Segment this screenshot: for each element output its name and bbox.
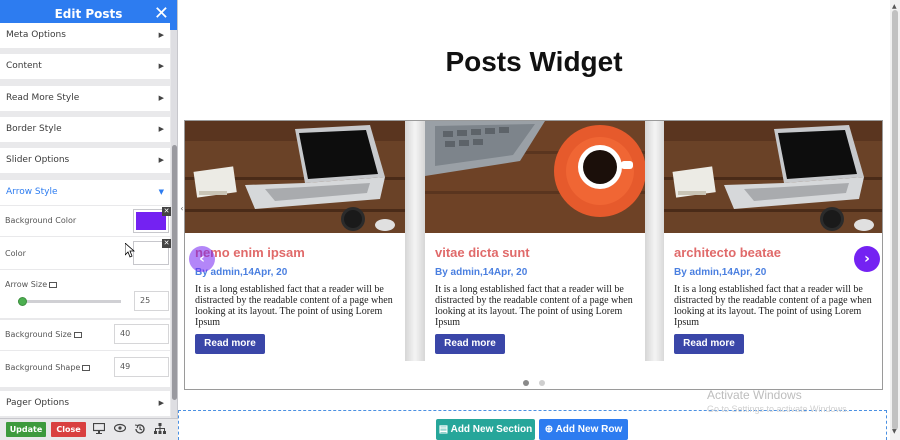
sitemap-icon[interactable] bbox=[153, 423, 167, 437]
section-label: Pager Options bbox=[6, 398, 70, 408]
arrow-size-slider-track[interactable] bbox=[18, 300, 121, 303]
post-card: nemo enim ipsam By admin,14Apr, 20 It is… bbox=[185, 121, 405, 361]
section-meta-options[interactable]: Meta Options ▶ bbox=[0, 23, 170, 48]
post-title[interactable]: vitae dicta sunt bbox=[435, 245, 530, 260]
panel-scrollbar-thumb[interactable] bbox=[172, 145, 177, 400]
mouse-cursor-icon bbox=[125, 243, 135, 258]
read-more-button[interactable]: Read more bbox=[435, 334, 505, 354]
page-scrollbar-thumb[interactable] bbox=[892, 10, 898, 430]
chevron-down-icon: ▼ bbox=[158, 188, 164, 196]
background-color-swatch[interactable]: ✕ bbox=[133, 207, 171, 233]
activate-windows-title: Activate Windows bbox=[707, 388, 802, 402]
section-slider-options[interactable]: Slider Options ▶ bbox=[0, 148, 170, 173]
close-button[interactable]: Close bbox=[51, 422, 86, 437]
card-divider bbox=[405, 121, 425, 361]
add-new-section-button[interactable]: ▤ Add New Section bbox=[436, 419, 535, 440]
color-control: Color ✕ bbox=[0, 237, 171, 269]
control-label: Color bbox=[5, 249, 26, 258]
update-button[interactable]: Update bbox=[6, 422, 46, 437]
post-meta[interactable]: By admin,14Apr, 20 bbox=[674, 267, 766, 278]
carousel-prev-button[interactable]: ‹ bbox=[189, 246, 215, 272]
section-label: Content bbox=[6, 61, 42, 71]
post-excerpt: It is a long established fact that a rea… bbox=[435, 284, 633, 328]
add-new-row-button[interactable]: ⊕ Add New Row bbox=[539, 419, 628, 440]
post-card: architecto beatae By admin,14Apr, 20 It … bbox=[664, 121, 882, 361]
post-title[interactable]: architecto beatae bbox=[674, 245, 781, 260]
card-divider bbox=[645, 121, 665, 361]
section-label: Slider Options bbox=[6, 155, 70, 165]
chevron-right-icon: ▶ bbox=[158, 399, 164, 407]
close-icon[interactable]: ✕ bbox=[154, 3, 169, 25]
read-more-button[interactable]: Read more bbox=[195, 334, 265, 354]
background-shape-input[interactable]: 49 bbox=[114, 357, 169, 377]
arrow-size-label: Arrow Size bbox=[5, 280, 48, 289]
control-label: Background Color bbox=[5, 216, 77, 225]
section-border-style[interactable]: Border Style ▶ bbox=[0, 117, 170, 142]
page-scrollbar[interactable]: ▲ ▼ bbox=[890, 0, 900, 440]
section-pager-options[interactable]: Pager Options ▶ bbox=[0, 391, 170, 416]
chevron-right-icon: ▶ bbox=[158, 125, 164, 133]
chevron-right-icon: ▶ bbox=[158, 31, 164, 39]
chevron-right-icon: ▶ bbox=[158, 94, 164, 102]
section-arrow-style[interactable]: Arrow Style ▼ bbox=[0, 180, 170, 205]
post-image-coffee bbox=[425, 121, 645, 233]
post-excerpt: It is a long established fact that a rea… bbox=[195, 284, 393, 328]
bg-shape-label: Background Shape bbox=[5, 363, 81, 372]
control-label: Background Size bbox=[5, 330, 82, 339]
panel-footer: Update Close bbox=[0, 418, 178, 440]
carousel-next-button[interactable]: › bbox=[854, 246, 880, 272]
panel-title: Edit Posts bbox=[54, 7, 123, 21]
post-card: vitae dicta sunt By admin,14Apr, 20 It i… bbox=[425, 121, 645, 361]
add-section-label: Add New Section bbox=[450, 424, 533, 435]
section-label: Read More Style bbox=[6, 93, 80, 103]
plus-circle-icon: ⊕ bbox=[544, 424, 554, 435]
monitor-icon bbox=[82, 365, 91, 371]
scroll-down-icon[interactable]: ▼ bbox=[892, 428, 897, 435]
background-shape-control: Background Shape 49 bbox=[0, 351, 170, 387]
background-size-control: Background Size 40 bbox=[0, 320, 170, 350]
bg-size-label: Background Size bbox=[5, 330, 72, 339]
control-label: Arrow Size bbox=[5, 280, 58, 289]
chevron-right-icon: ▶ bbox=[158, 62, 164, 70]
monitor-icon bbox=[73, 332, 82, 338]
section-label: Arrow Style bbox=[6, 187, 58, 197]
control-label: Background Shape bbox=[5, 363, 91, 372]
background-size-input[interactable]: 40 bbox=[114, 324, 169, 344]
page-title: Posts Widget bbox=[445, 46, 623, 77]
section-label: Meta Options bbox=[6, 30, 66, 40]
section-content[interactable]: Content ▶ bbox=[0, 54, 170, 79]
clear-icon[interactable]: ✕ bbox=[162, 239, 171, 248]
post-meta[interactable]: By admin,14Apr, 20 bbox=[435, 267, 527, 278]
monitor-icon[interactable] bbox=[92, 422, 106, 437]
section-read-more-style[interactable]: Read More Style ▶ bbox=[0, 86, 170, 111]
arrow-size-control: Arrow Size 25 bbox=[0, 270, 170, 318]
eye-icon[interactable] bbox=[113, 423, 127, 437]
scroll-up-icon[interactable]: ▲ bbox=[892, 3, 897, 10]
post-image-laptop bbox=[185, 121, 405, 233]
color-swatch[interactable]: ✕ bbox=[133, 239, 171, 265]
editor-panel: Edit Posts ✕ Meta Options ▶ Content ▶ Read… bbox=[0, 0, 178, 440]
post-image-laptop bbox=[664, 121, 882, 233]
section-label: Border Style bbox=[6, 124, 62, 134]
activate-windows-subtitle: Go to Settings to activate Windows. bbox=[707, 404, 850, 414]
pager-dot[interactable] bbox=[539, 380, 545, 386]
monitor-icon bbox=[49, 282, 58, 288]
read-more-button[interactable]: Read more bbox=[674, 334, 744, 354]
clear-icon[interactable]: ✕ bbox=[162, 207, 171, 216]
pager-dot-active[interactable] bbox=[523, 380, 529, 386]
arrow-size-slider-handle[interactable] bbox=[18, 297, 27, 306]
arrow-size-input[interactable]: 25 bbox=[134, 291, 169, 311]
post-excerpt: It is a long established fact that a rea… bbox=[674, 284, 872, 328]
posts-carousel: nemo enim ipsam By admin,14Apr, 20 It is… bbox=[184, 120, 883, 390]
chevron-right-icon: ▶ bbox=[158, 156, 164, 164]
history-icon[interactable] bbox=[133, 423, 147, 437]
add-row-label: Add New Row bbox=[555, 424, 623, 435]
background-color-control: Background Color ✕ bbox=[0, 206, 171, 236]
document-icon: ▤ bbox=[438, 424, 449, 435]
